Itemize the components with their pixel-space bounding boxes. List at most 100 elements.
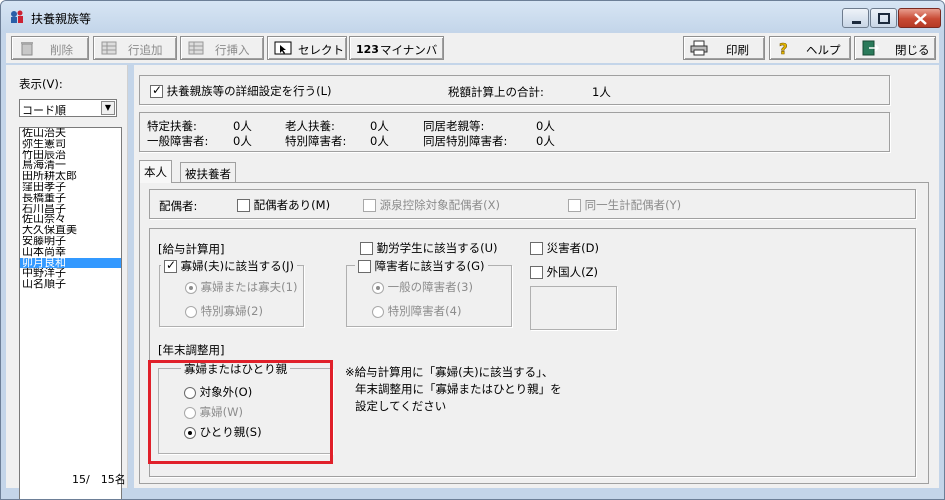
spouse-label: 配偶者: — [159, 199, 198, 213]
delete-label: 削除 — [50, 43, 73, 57]
maximize-button[interactable] — [870, 8, 897, 28]
widow-salary-label: 寡婦(夫)に該当する(J) — [180, 259, 294, 273]
maximize-icon — [878, 13, 890, 24]
special-disabled-radio-dot[interactable] — [372, 305, 384, 318]
close-button[interactable]: 閉じる — [854, 36, 936, 60]
summary-box: 特定扶養: 0人 老人扶養: 0人 同居老親等: 0人 一般障害者: 0人 特別… — [139, 112, 890, 152]
list-item[interactable]: 大久保直美 — [20, 225, 121, 236]
select-button[interactable]: セレクト — [267, 36, 347, 60]
disaster-check[interactable] — [530, 242, 543, 255]
cohabiting-special-disabled-label: 同居特別障害者: — [423, 134, 508, 148]
trash-icon — [21, 42, 33, 56]
add-row-icon — [101, 41, 117, 55]
foreigner-label: 外国人(Z) — [546, 265, 599, 279]
foreigner-check[interactable] — [530, 266, 543, 279]
withholding-spouse-checkbox[interactable]: 源泉控除対象配偶者(X) — [363, 197, 500, 213]
app-window: 扶養親族等 削除 行追加 行挿入 セレクト 123 マイナンバー — [0, 0, 945, 500]
elderly-dependent-label: 老人扶養: — [285, 119, 335, 133]
specific-dependent-value: 0人 — [233, 119, 252, 133]
same-household-spouse-check[interactable] — [568, 199, 581, 212]
list-item[interactable]: 弥生憲司 — [20, 139, 121, 150]
close-icon — [914, 13, 927, 25]
sort-order-value: コード順 — [22, 104, 66, 117]
special-disabled-value: 0人 — [370, 134, 389, 148]
tax-total-value: 1人 — [592, 85, 611, 99]
employee-list[interactable]: 佐山治夫 弥生憲司 竹田辰治 鳥海清一 田所耕太郎 窪田孝子 長橋董子 石川昌子 佐山奈々 大久保… — [19, 127, 122, 499]
has-spouse-check[interactable] — [237, 199, 250, 212]
print-label: 印刷 — [726, 43, 749, 57]
salary-section-label: [給与計算用] — [158, 242, 225, 256]
printer-icon — [690, 40, 708, 56]
widow-salary-check[interactable] — [164, 258, 177, 273]
yearend-section-label: [年末調整用] — [158, 343, 225, 357]
add-row-label: 行追加 — [128, 43, 163, 57]
list-item[interactable]: 鳥海清一 — [20, 160, 121, 171]
widow-or-widower-radio[interactable]: 寡婦または寡夫(1) — [185, 279, 297, 295]
detail-setting-checkbox[interactable]: 扶養親族等の詳細設定を行う(L) — [150, 83, 332, 99]
print-button[interactable]: 印刷 — [683, 36, 765, 60]
exit-door-icon — [862, 40, 879, 56]
special-widow-radio[interactable]: 特別寡婦(2) — [185, 303, 263, 319]
list-item[interactable]: 安藤明子 — [20, 236, 121, 247]
minimize-button[interactable] — [842, 8, 869, 28]
list-item[interactable]: 田所耕太郎 — [20, 171, 121, 182]
help-label: ヘルプ — [806, 43, 841, 57]
svg-text:?: ? — [779, 40, 788, 56]
employee-list-panel: 表示(V): コード順 ▼ 佐山治夫 弥生憲司 竹田辰治 鳥海清一 田所耕太郎 窪田孝子長… — [6, 65, 128, 499]
list-item[interactable]: 佐山治夫 — [20, 128, 121, 139]
disabled-checkbox[interactable]: 障害者に該当する(G) — [355, 258, 488, 274]
close-window-button[interactable] — [898, 8, 941, 28]
display-label: 表示(V): — [19, 77, 63, 91]
svg-text:123: 123 — [356, 43, 378, 56]
help-icon: ? — [779, 40, 788, 56]
my-number-button[interactable]: 123 マイナンバー — [349, 36, 444, 73]
list-item[interactable]: 中野洋子 — [20, 268, 121, 279]
specific-dependent-label: 特定扶養: — [147, 119, 197, 133]
list-item[interactable]: 佐山奈々 — [20, 214, 121, 225]
list-item[interactable]: 長橋董子 — [20, 193, 121, 204]
list-item[interactable]: 卯月良和 — [20, 257, 121, 269]
tab-self[interactable]: 本人 — [139, 160, 172, 183]
disaster-label: 災害者(D) — [546, 241, 599, 255]
disabled-check[interactable] — [358, 260, 371, 273]
general-disabled-radio[interactable]: 一般の障害者(3) — [372, 279, 473, 295]
add-row-button[interactable]: 行追加 — [93, 36, 177, 60]
special-disabled-radio[interactable]: 特別障害者(4) — [372, 303, 461, 319]
foreigner-checkbox[interactable]: 外国人(Z) — [530, 264, 598, 280]
select-icon — [274, 41, 292, 55]
general-disabled-radio-dot[interactable] — [372, 281, 384, 294]
disaster-checkbox[interactable]: 災害者(D) — [530, 240, 599, 256]
working-student-check[interactable] — [360, 242, 373, 255]
detail-setting-label: 扶養親族等の詳細設定を行う(L) — [166, 84, 332, 98]
special-widow-radio-dot[interactable] — [185, 305, 197, 318]
same-household-spouse-checkbox[interactable]: 同一生計配偶者(Y) — [568, 197, 681, 213]
withholding-spouse-label: 源泉控除対象配偶者(X) — [379, 198, 501, 212]
number-123-icon: 123 — [356, 43, 378, 56]
detail-setting-check[interactable] — [150, 83, 163, 98]
help-button[interactable]: ? ヘルプ — [769, 36, 851, 60]
list-item[interactable]: 竹田辰治 — [20, 150, 121, 161]
tab-dependent[interactable]: 被扶養者 — [180, 162, 236, 182]
list-item[interactable]: 山本尚幸 — [20, 247, 121, 258]
highlight-annotation — [148, 360, 333, 464]
delete-button[interactable]: 削除 — [11, 36, 89, 60]
sort-order-select[interactable]: コード順 ▼ — [19, 99, 117, 117]
list-item[interactable]: 山名順子 — [20, 279, 121, 290]
chevron-down-icon[interactable]: ▼ — [101, 101, 115, 115]
title-bar: 扶養親族等 — [1, 1, 944, 31]
widow-salary-group: 寡婦(夫)に該当する(J) 寡婦または寡夫(1) 特別寡婦(2) — [159, 258, 304, 327]
tax-total-label: 税額計算上の合計: — [448, 85, 544, 99]
close-label: 閉じる — [895, 43, 930, 57]
widow-salary-checkbox[interactable]: 寡婦(夫)に該当する(J) — [161, 258, 297, 274]
special-disabled-option-label: 特別障害者(4) — [387, 304, 462, 318]
has-spouse-checkbox[interactable]: 配偶者あり(M) — [237, 197, 330, 213]
list-item[interactable]: 窪田孝子 — [20, 182, 121, 193]
list-item[interactable]: 石川昌子 — [20, 204, 121, 215]
working-student-checkbox[interactable]: 勤労学生に該当する(U) — [360, 240, 498, 256]
cohabiting-special-disabled-value: 0人 — [536, 134, 555, 148]
insert-row-button[interactable]: 行挿入 — [180, 36, 264, 60]
toolbar: 削除 行追加 行挿入 セレクト 123 マイナンバー 印刷 ? ヘルプ 閉じる — [6, 33, 939, 73]
widow-or-widower-radio-dot[interactable] — [185, 281, 197, 294]
withholding-spouse-check[interactable] — [363, 199, 376, 212]
disabled-group: 障害者に該当する(G) 一般の障害者(3) 特別障害者(4) — [346, 258, 512, 327]
